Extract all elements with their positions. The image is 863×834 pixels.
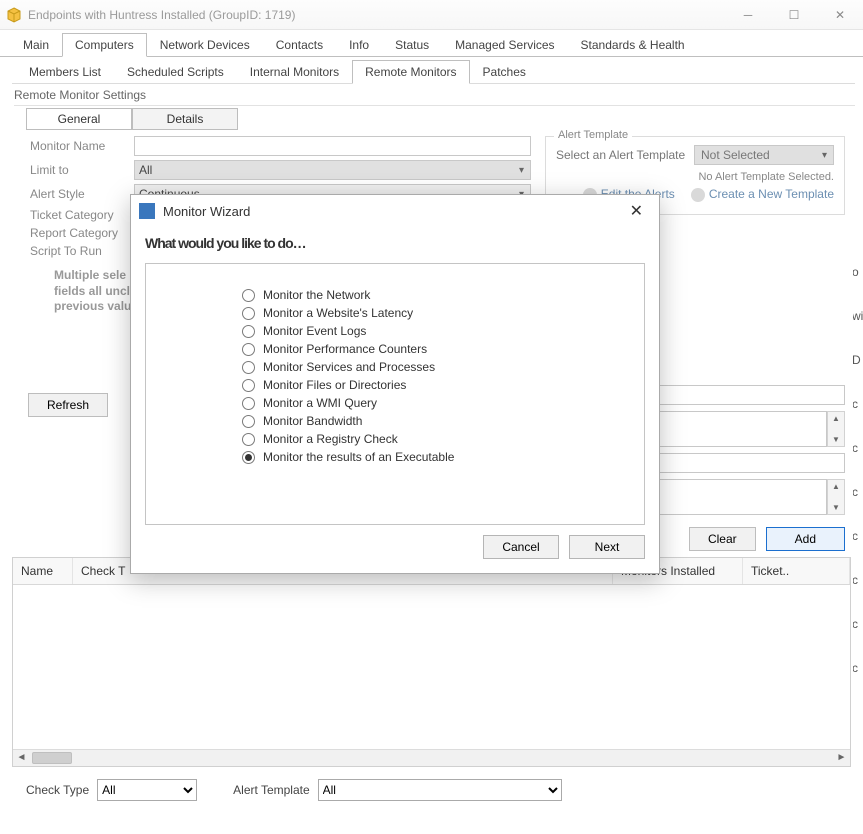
subtab-patches[interactable]: Patches (470, 60, 539, 84)
scroll-thumb[interactable] (32, 752, 72, 764)
toggle-details[interactable]: Details (132, 108, 238, 130)
subtab-internal-monitors[interactable]: Internal Monitors (237, 60, 352, 84)
select-limit-to[interactable]: All (134, 160, 531, 180)
wizard-cancel-button[interactable]: Cancel (483, 535, 559, 559)
col-name[interactable]: Name (13, 558, 73, 584)
opt-monitor-network[interactable]: Monitor the Network (242, 288, 620, 302)
alert-template-select-label: Select an Alert Template (556, 148, 694, 162)
subtab-remote-monitors[interactable]: Remote Monitors (352, 60, 469, 84)
window-title: Endpoints with Huntress Installed (Group… (28, 8, 295, 22)
alert-template-message: No Alert Template Selected. (556, 171, 834, 183)
wizard-close-button[interactable]: ✕ (622, 197, 651, 225)
wizard-icon (139, 203, 155, 219)
window-minimize-button[interactable]: ─ (725, 0, 771, 30)
wizard-header: What would you like to do… (131, 227, 659, 263)
opt-monitor-website-latency[interactable]: Monitor a Website's Latency (242, 306, 620, 320)
toggle-general[interactable]: General (26, 108, 132, 130)
scrollbar-1[interactable]: ▲▼ (827, 411, 845, 447)
opt-monitor-perf-counters[interactable]: Monitor Performance Counters (242, 342, 620, 356)
opt-monitor-bandwidth[interactable]: Monitor Bandwidth (242, 414, 620, 428)
label-limit-to: Limit to (30, 163, 134, 177)
wizard-next-button[interactable]: Next (569, 535, 645, 559)
subtab-members-list[interactable]: Members List (16, 60, 114, 84)
label-monitor-name: Monitor Name (30, 139, 134, 153)
opt-monitor-registry[interactable]: Monitor a Registry Check (242, 432, 620, 446)
tab-info[interactable]: Info (336, 33, 382, 57)
label-script-to-run: Script To Run (30, 244, 134, 258)
alert-template-select[interactable]: Not Selected (694, 145, 834, 165)
label-ticket-category: Ticket Category (30, 208, 134, 222)
window-titlebar: Endpoints with Huntress Installed (Group… (0, 0, 863, 30)
monitors-table: Name Check T Monitors Installed Ticket..… (12, 557, 851, 767)
clear-button[interactable]: Clear (689, 527, 756, 551)
footer-check-type-select[interactable]: All (97, 779, 197, 801)
tab-main[interactable]: Main (10, 33, 62, 57)
opt-monitor-wmi[interactable]: Monitor a WMI Query (242, 396, 620, 410)
label-report-category: Report Category (30, 226, 134, 240)
subtab-scheduled-scripts[interactable]: Scheduled Scripts (114, 60, 237, 84)
add-button[interactable]: Add (766, 527, 845, 551)
tab-status[interactable]: Status (382, 33, 442, 57)
wizard-options: Monitor the Network Monitor a Website's … (145, 263, 645, 525)
cutoff-strip: owiD ccc ccc c (853, 265, 863, 675)
info-icon (691, 188, 705, 202)
tab-computers[interactable]: Computers (62, 33, 147, 57)
tab-standards-health[interactable]: Standards & Health (568, 33, 698, 57)
opt-monitor-files-dirs[interactable]: Monitor Files or Directories (242, 378, 620, 392)
opt-monitor-executable[interactable]: Monitor the results of an Executable (242, 450, 620, 464)
wizard-title: Monitor Wizard (163, 204, 250, 219)
scroll-right-icon[interactable]: ► (833, 749, 850, 766)
tab-network-devices[interactable]: Network Devices (147, 33, 263, 57)
main-tabstrip: Main Computers Network Devices Contacts … (0, 30, 863, 56)
scroll-left-icon[interactable]: ◄ (13, 749, 30, 766)
scrollbar-2[interactable]: ▲▼ (827, 479, 845, 515)
footer-check-type-label: Check Type (26, 783, 89, 797)
footer-alert-template-select[interactable]: All (318, 779, 562, 801)
label-alert-style: Alert Style (30, 187, 134, 201)
app-icon (6, 7, 22, 23)
sub-tabstrip: Members List Scheduled Scripts Internal … (12, 57, 855, 83)
tab-managed-services[interactable]: Managed Services (442, 33, 567, 57)
window-close-button[interactable]: ✕ (817, 0, 863, 30)
opt-monitor-services-processes[interactable]: Monitor Services and Processes (242, 360, 620, 374)
input-monitor-name[interactable] (134, 136, 531, 156)
monitor-wizard-dialog: Monitor Wizard ✕ What would you like to … (130, 194, 660, 574)
refresh-button[interactable]: Refresh (28, 393, 108, 417)
alert-template-legend: Alert Template (554, 129, 632, 141)
tab-contacts[interactable]: Contacts (263, 33, 336, 57)
opt-monitor-event-logs[interactable]: Monitor Event Logs (242, 324, 620, 338)
create-template-link[interactable]: Create a New Template (691, 187, 834, 202)
col-ticket[interactable]: Ticket.. (743, 558, 850, 584)
footer-alert-template-label: Alert Template (233, 783, 309, 797)
group-header: Remote Monitor Settings (14, 88, 855, 106)
window-maximize-button[interactable]: ☐ (771, 0, 817, 30)
horizontal-scrollbar[interactable]: ◄ ► (13, 749, 850, 766)
